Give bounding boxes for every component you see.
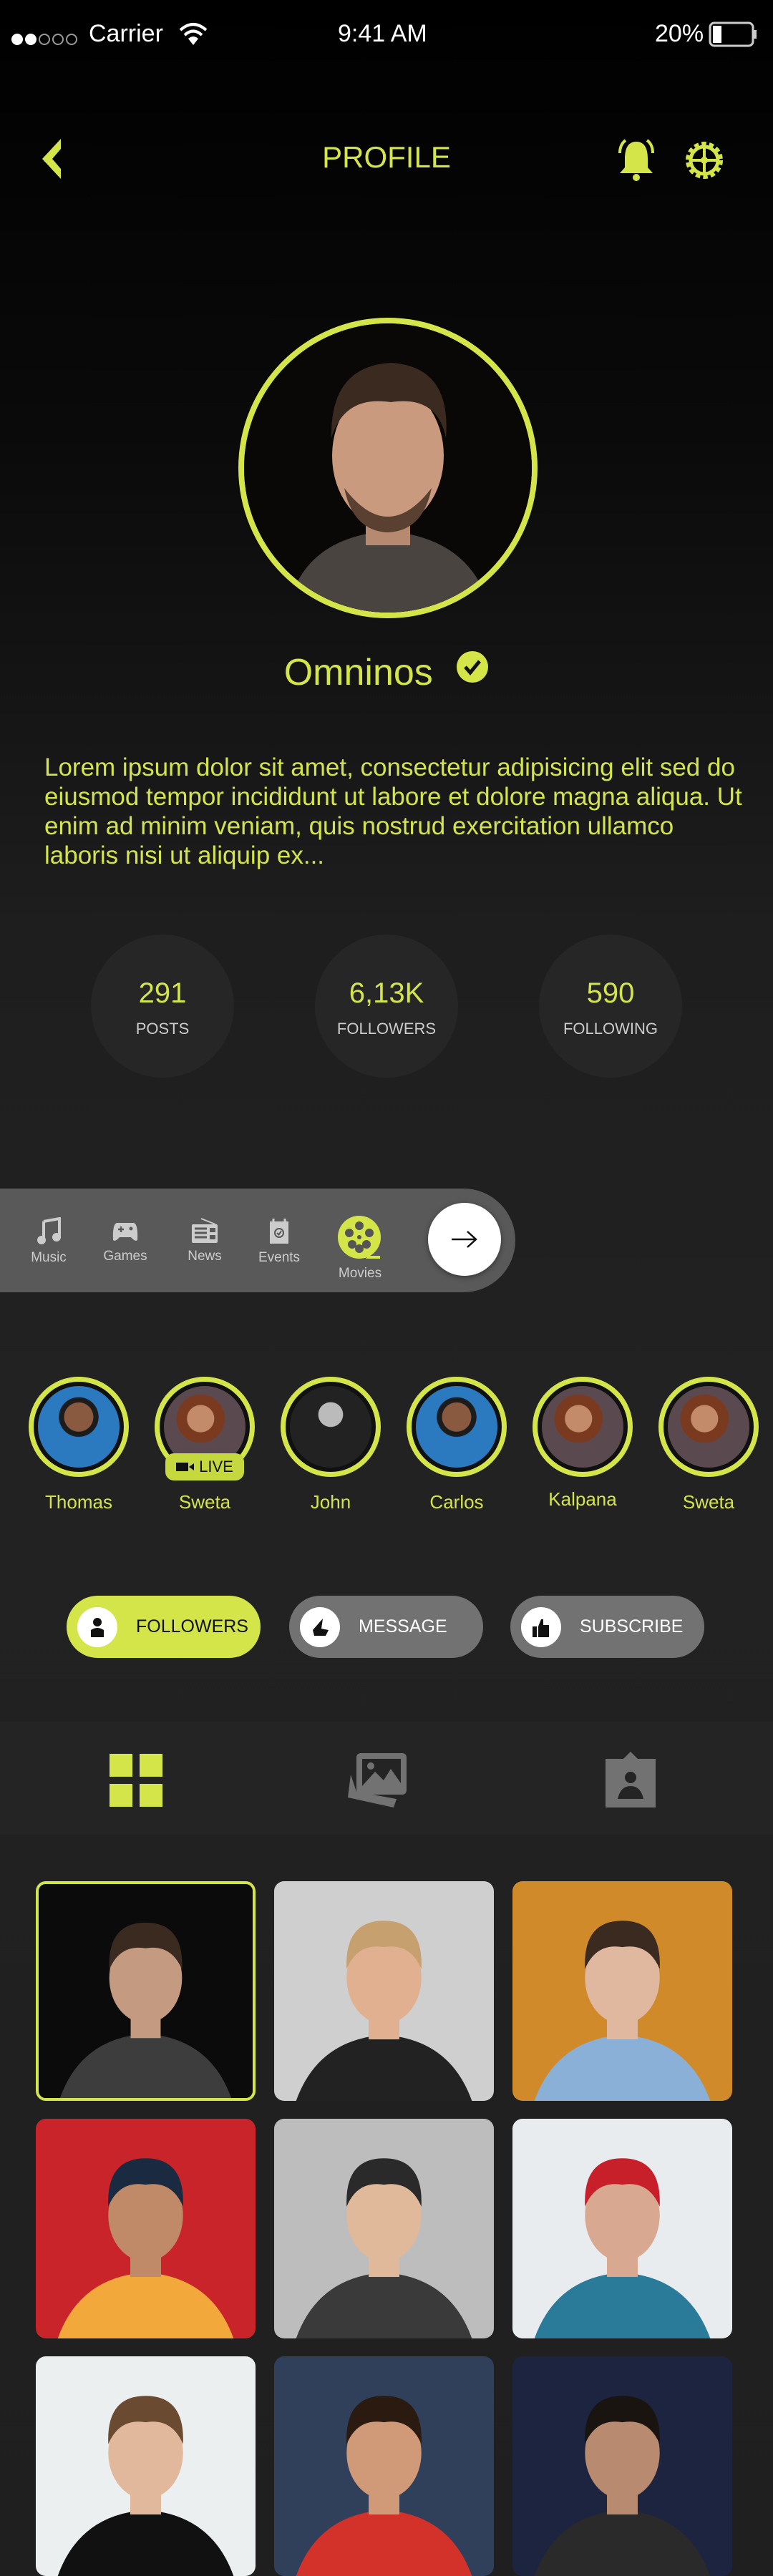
grid-icon xyxy=(110,1754,162,1807)
battery-label: 20% xyxy=(655,20,704,47)
stat-label: FOLLOWING xyxy=(563,1020,658,1038)
category-events[interactable]: Events xyxy=(243,1217,315,1266)
subscribe-button[interactable]: SUBSCRIBE xyxy=(510,1596,704,1658)
profile-photo xyxy=(244,323,532,613)
profile-bio: Lorem ipsum dolor sit amet, consectetur … xyxy=(44,753,742,869)
film-reel-icon xyxy=(338,1216,381,1259)
video-camera-icon xyxy=(176,1463,195,1471)
page-title: PROFILE xyxy=(322,140,451,174)
photo-tile[interactable] xyxy=(36,1881,256,2101)
photo-image xyxy=(512,2119,732,2338)
category-label: Games xyxy=(103,1249,147,1264)
radio-icon xyxy=(192,1218,218,1243)
photo-image xyxy=(274,2119,494,2338)
message-label: MESSAGE xyxy=(359,1616,447,1636)
portrait-icon xyxy=(606,1752,656,1807)
stat-followers[interactable]: 6,13K FOLLOWERS xyxy=(315,935,458,1078)
category-music[interactable]: Music xyxy=(13,1217,84,1266)
story-name: Carlos xyxy=(429,1491,484,1513)
wifi-icon xyxy=(179,21,208,52)
photo-image xyxy=(36,2356,256,2576)
category-label: Music xyxy=(31,1250,67,1265)
story-name: John xyxy=(310,1491,351,1513)
story-avatar[interactable] xyxy=(29,1377,129,1477)
story-name: Kalpana xyxy=(548,1488,617,1510)
followers-label: FOLLOWERS xyxy=(136,1616,248,1636)
live-badge: LIVE xyxy=(165,1453,244,1480)
music-icon xyxy=(37,1217,61,1244)
category-label: Movies xyxy=(338,1266,382,1281)
verified-check-icon xyxy=(456,650,489,693)
tab-gallery[interactable] xyxy=(346,1753,407,1813)
photo-image xyxy=(39,1884,253,2098)
content-tab-bar xyxy=(0,1722,773,1835)
stat-label: POSTS xyxy=(135,1020,190,1038)
subscribe-label: SUBSCRIBE xyxy=(580,1616,684,1636)
stat-value: 590 xyxy=(586,977,635,1009)
live-label: LIVE xyxy=(199,1458,233,1475)
arrow-right-icon xyxy=(452,1231,477,1248)
stat-value: 6,13K xyxy=(349,977,424,1009)
thumbs-up-icon xyxy=(521,1606,561,1647)
message-button[interactable]: MESSAGE xyxy=(289,1596,483,1658)
category-movies[interactable]: Movies xyxy=(324,1216,396,1282)
photo-tile[interactable] xyxy=(512,2356,732,2576)
carrier-label: Carrier xyxy=(89,20,163,47)
settings-gear-icon[interactable] xyxy=(684,140,725,185)
photo-tile[interactable] xyxy=(274,2356,494,2576)
story-name: Sweta xyxy=(682,1491,735,1513)
tab-grid[interactable] xyxy=(110,1754,162,1810)
calendar-icon xyxy=(270,1219,288,1244)
stat-value: 291 xyxy=(138,977,187,1009)
story-name: Thomas xyxy=(45,1491,112,1513)
photo-image xyxy=(512,1881,732,2101)
profile-name-row: Omninos xyxy=(0,651,773,694)
photo-tile[interactable] xyxy=(36,2356,256,2576)
photo-image xyxy=(274,2356,494,2576)
next-arrow-button[interactable] xyxy=(428,1203,501,1276)
battery-icon xyxy=(709,21,759,54)
followers-button[interactable]: FOLLOWERS xyxy=(67,1596,261,1658)
profile-avatar[interactable] xyxy=(238,318,538,618)
bell-icon[interactable] xyxy=(614,137,658,187)
profile-name: Omninos xyxy=(283,652,433,693)
photo-tile[interactable] xyxy=(512,1881,732,2101)
time-label: 9:41 AM xyxy=(338,20,427,47)
back-button[interactable] xyxy=(39,137,64,184)
photo-image xyxy=(512,2356,732,2576)
story-avatar[interactable] xyxy=(658,1377,759,1477)
category-bar: Music Games News Events Movies xyxy=(0,1189,515,1292)
story-avatar[interactable] xyxy=(533,1377,633,1477)
status-bar: Carrier 9:41 AM 20% xyxy=(0,0,773,69)
signal-icon xyxy=(10,26,82,54)
stat-label: FOLLOWERS xyxy=(336,1020,437,1038)
photo-tile[interactable] xyxy=(512,2119,732,2338)
story-name: Sweta xyxy=(178,1491,231,1513)
photo-image xyxy=(36,2119,256,2338)
photo-tile[interactable] xyxy=(274,2119,494,2338)
message-icon xyxy=(300,1606,340,1647)
user-icon xyxy=(77,1606,117,1647)
story-avatar[interactable] xyxy=(281,1377,381,1477)
category-label: News xyxy=(188,1249,222,1264)
stat-following[interactable]: 590 FOLLOWING xyxy=(539,935,682,1078)
story-avatar[interactable] xyxy=(407,1377,507,1477)
photo-image xyxy=(274,1881,494,2101)
category-news[interactable]: News xyxy=(169,1217,240,1264)
gallery-icon xyxy=(348,1753,407,1807)
photo-tile[interactable] xyxy=(36,2119,256,2338)
category-label: Events xyxy=(258,1250,301,1265)
category-games[interactable]: Games xyxy=(89,1220,161,1264)
gamepad-icon xyxy=(112,1223,138,1241)
photo-tile[interactable] xyxy=(274,1881,494,2101)
stat-posts[interactable]: 291 POSTS xyxy=(91,935,234,1078)
tab-portrait[interactable] xyxy=(605,1752,656,1811)
